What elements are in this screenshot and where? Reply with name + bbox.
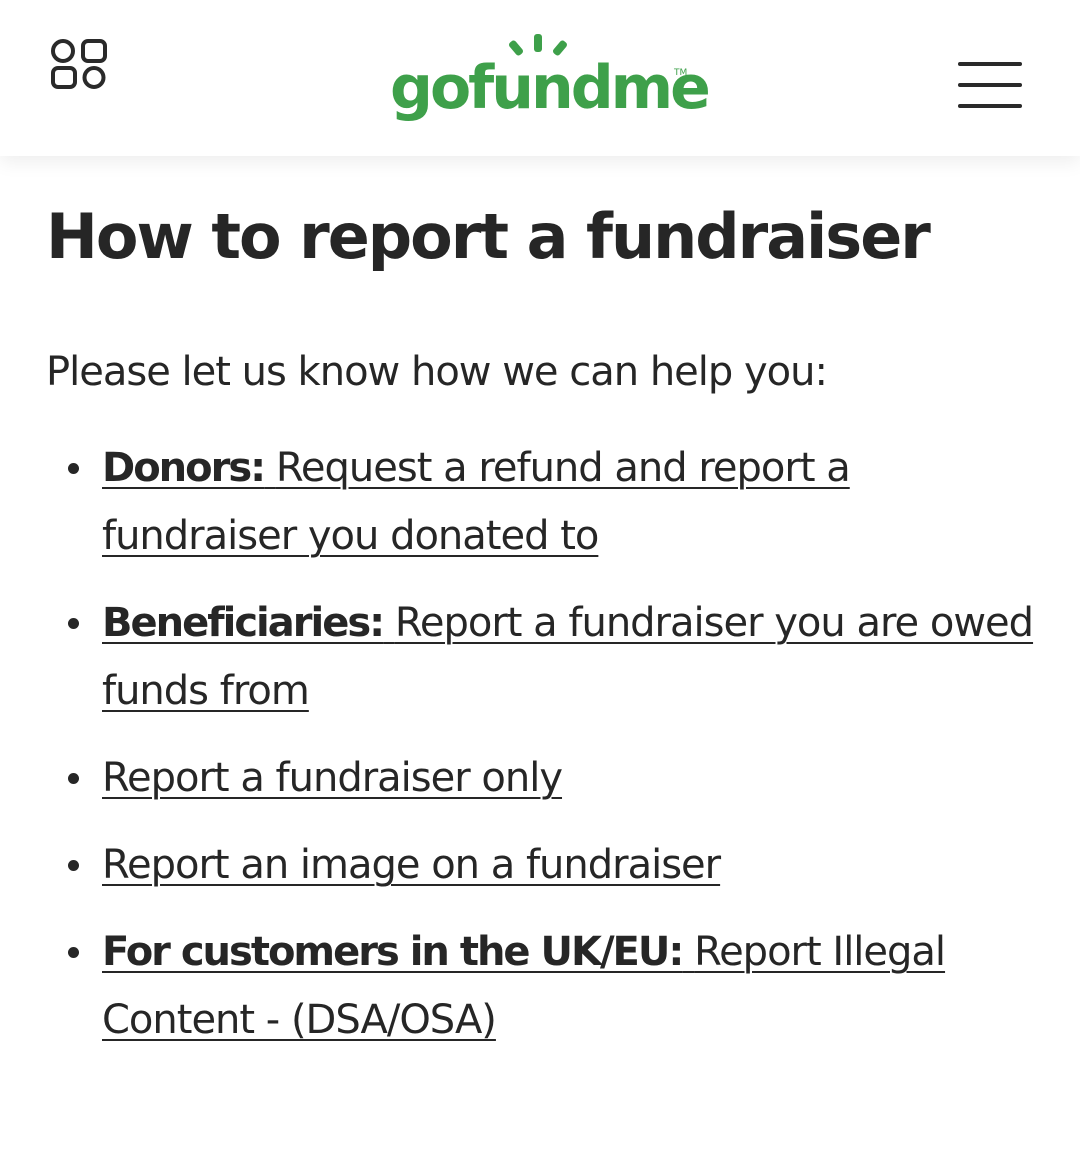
page-title: How to report a fundraiser	[46, 200, 931, 273]
main-content: How to report a fundraiser Please let us…	[46, 200, 1036, 1073]
report-options-list: Donors: Request a refund and report a fu…	[46, 434, 1036, 1054]
intro-text: Please let us know how we can help you:	[46, 349, 828, 396]
link-prefix: For customers in the UK/EU:	[102, 929, 684, 976]
beneficiaries-report-link[interactable]: Beneficiaries: Report a fundraiser you a…	[102, 600, 1034, 714]
report-fundraiser-only-link[interactable]: Report a fundraiser only	[102, 755, 563, 801]
main-menu-button[interactable]	[956, 60, 1024, 112]
apps-grid-icon	[51, 39, 107, 89]
list-item: Report an image on a fundraiser	[46, 831, 1036, 899]
list-item: Report a fundraiser only	[46, 744, 1036, 812]
logo-wordmark: gofundme	[390, 53, 711, 123]
logo-trademark: TM	[674, 68, 688, 78]
list-item: Beneficiaries: Report a fundraiser you a…	[46, 589, 1036, 725]
report-image-link[interactable]: Report an image on a fundraiser	[102, 842, 721, 888]
site-header: gofundme TM	[0, 0, 1080, 156]
apps-menu-button[interactable]	[50, 38, 108, 90]
list-item: For customers in the UK/EU: Report Illeg…	[46, 918, 1036, 1054]
link-prefix: Beneficiaries:	[102, 600, 385, 647]
report-illegal-content-link[interactable]: For customers in the UK/EU: Report Illeg…	[102, 929, 946, 1043]
hamburger-menu-icon	[958, 62, 1022, 108]
donors-refund-link[interactable]: Donors: Request a refund and report a fu…	[102, 445, 851, 559]
list-item: Donors: Request a refund and report a fu…	[46, 434, 1036, 570]
gofundme-logo[interactable]: gofundme TM	[390, 30, 711, 134]
link-prefix: Donors:	[102, 445, 266, 492]
